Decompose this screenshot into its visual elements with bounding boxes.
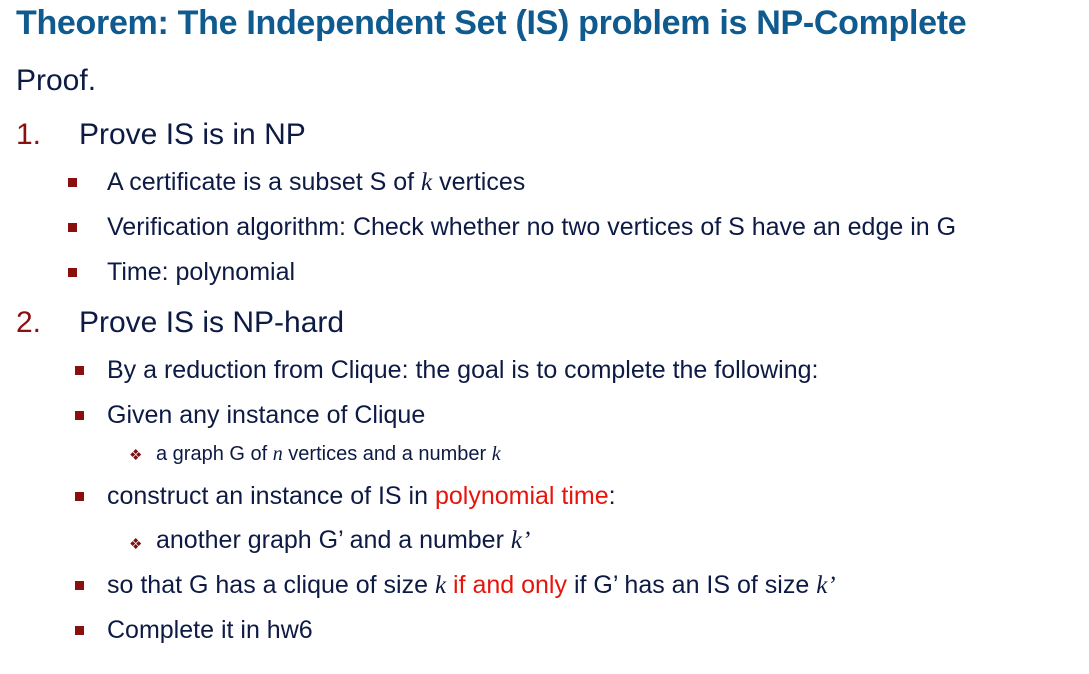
var-k-prime: k’ <box>816 572 836 599</box>
bullet-construct: construct an instance of IS in polynomia… <box>107 482 616 510</box>
sub-bullet-graph: a graph G of n vertices and a number k <box>156 443 501 465</box>
var-k-prime: k’ <box>510 527 531 554</box>
var-k: k <box>491 443 501 465</box>
bullet-complete-hw6: Complete it in hw6 <box>107 616 313 644</box>
diamond-bullet-icon: ❖ <box>129 447 143 464</box>
square-bullet-icon <box>75 626 84 635</box>
section-2-number: 2. <box>16 306 42 339</box>
var-k: k <box>434 572 447 599</box>
bullet-time: Time: polynomial <box>107 258 296 286</box>
bullet-so-that: so that G has a clique of size k if and … <box>107 571 836 599</box>
square-bullet-icon <box>75 581 84 590</box>
square-bullet-icon <box>75 492 84 501</box>
bullet-reduction: By a reduction from Clique: the goal is … <box>107 356 819 384</box>
section-1-heading: Prove IS is in NP <box>79 118 306 151</box>
square-bullet-icon <box>68 268 77 277</box>
section-2-heading: Prove IS is NP-hard <box>79 306 345 339</box>
diamond-bullet-icon: ❖ <box>129 536 143 553</box>
var-k: k <box>421 169 433 196</box>
bullet-certificate: A certificate is a subset S of k vertice… <box>107 168 526 196</box>
square-bullet-icon <box>75 411 84 420</box>
slide-title: Theorem: The Independent Set (IS) proble… <box>16 4 967 42</box>
var-n: n <box>272 443 283 465</box>
square-bullet-icon <box>68 223 77 232</box>
square-bullet-icon <box>75 366 84 375</box>
highlight-if-and-only: if and only <box>446 571 567 599</box>
bullet-verification: Verification algorithm: Check whether no… <box>107 213 957 241</box>
square-bullet-icon <box>68 178 77 187</box>
proof-label: Proof. <box>16 64 97 97</box>
sub-bullet-another-graph: another graph G’ and a number k’ <box>156 526 531 554</box>
bullet-given-instance: Given any instance of Clique <box>107 401 426 429</box>
highlight-polynomial-time: polynomial time <box>434 482 609 510</box>
section-1-number: 1. <box>16 118 42 151</box>
